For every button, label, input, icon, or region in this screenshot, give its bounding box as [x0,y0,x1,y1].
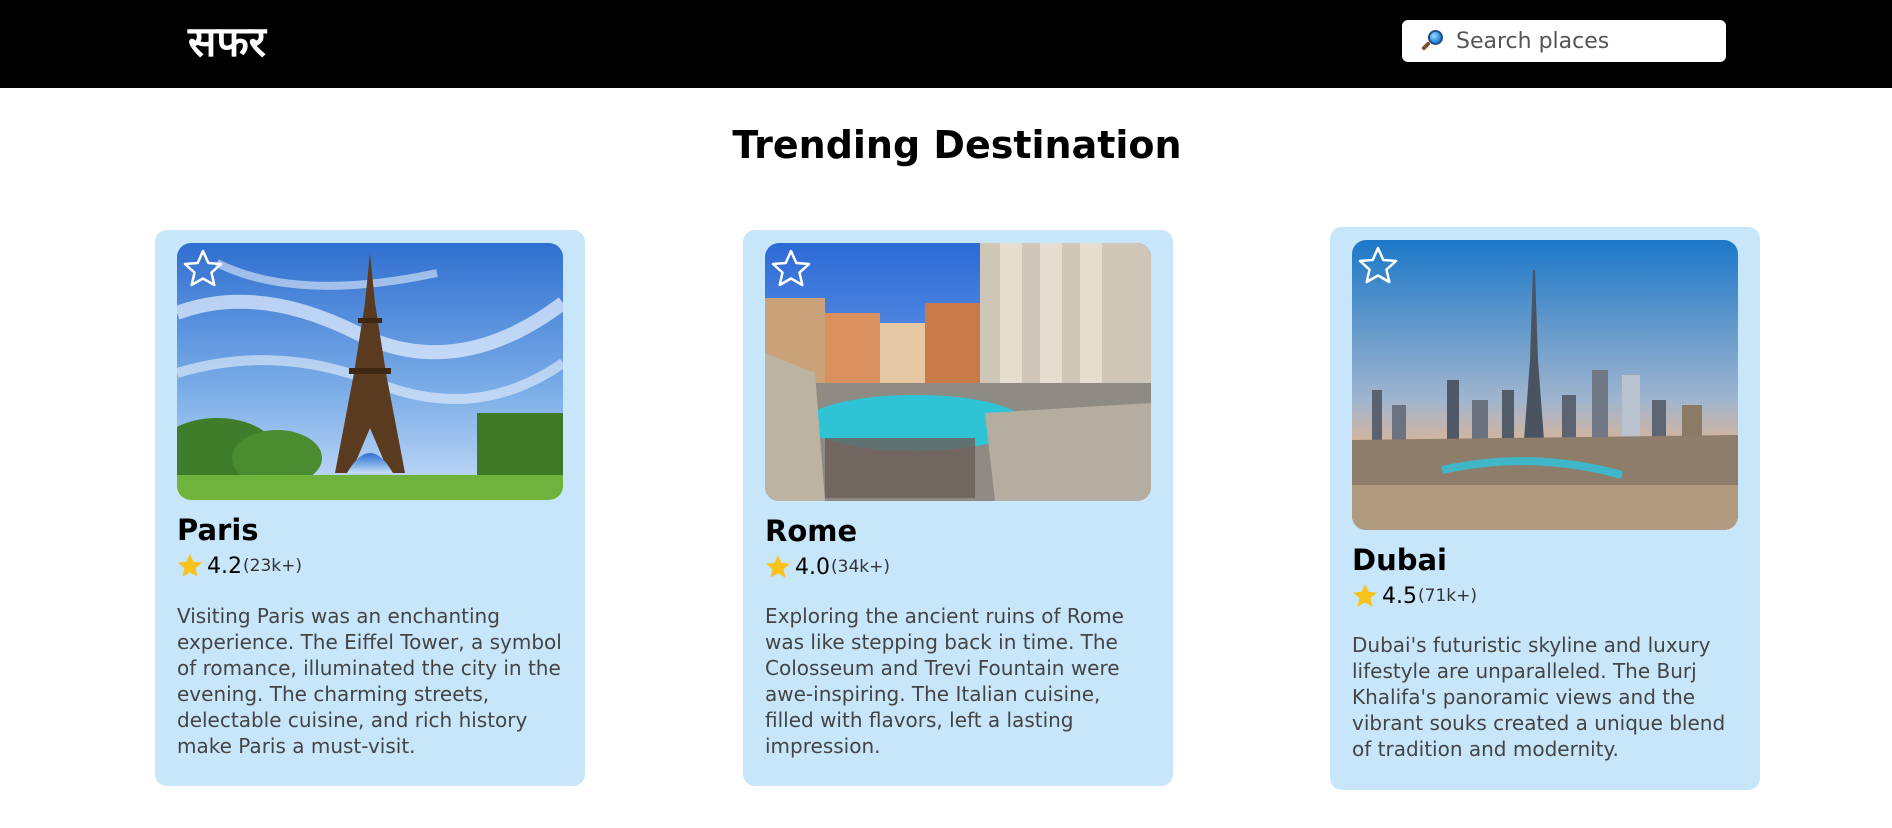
trevi-fountain-photo [765,243,1151,501]
rating-value: 4.2 [207,553,242,579]
destination-card-paris[interactable]: Paris 4.2 (23k+) Visiting Paris was an e… [155,230,585,786]
card-description: Exploring the ancient ruins of Rome was … [765,604,1124,758]
star-outline-icon[interactable] [769,247,813,291]
card-description: Visiting Paris was an enchanting experie… [177,604,562,758]
rating: 4.2 (23k+) [177,551,302,581]
review-count: (23k+) [243,556,302,576]
search-input[interactable] [1456,23,1726,59]
eiffel-tower-photo [177,243,563,500]
review-count: (34k+) [831,557,890,577]
review-count: (71k+) [1418,586,1477,606]
star-outline-icon[interactable] [181,247,225,291]
page-title: Trending Destination [732,123,1182,167]
card-description: Dubai's futuristic skyline and luxury li… [1352,633,1726,761]
destination-card-rome[interactable]: Rome 4.0 (34k+) Exploring the ancient ru… [743,230,1173,786]
card-title: Paris [177,513,259,547]
rating: 4.5 (71k+) [1352,581,1477,611]
dubai-image [1352,240,1738,530]
paris-image [177,243,563,500]
rating: 4.0 (34k+) [765,552,890,582]
rating-value: 4.0 [795,554,830,580]
destination-card-dubai[interactable]: Dubai 4.5 (71k+) Dubai's futuristic skyl… [1330,227,1760,790]
star-filled-icon [178,554,202,577]
card-title: Rome [765,514,858,548]
top-navbar: सफर [0,0,1892,88]
card-title: Dubai [1352,543,1447,577]
star-filled-icon [1353,584,1377,607]
search-box[interactable] [1402,20,1726,62]
rome-image [765,243,1151,501]
star-outline-icon[interactable] [1356,244,1400,288]
dubai-skyline-photo [1352,240,1738,530]
magnifying-glass-icon [1420,28,1446,54]
site-logo[interactable]: सफर [188,16,266,68]
rating-value: 4.5 [1382,583,1417,609]
star-filled-icon [766,555,790,578]
